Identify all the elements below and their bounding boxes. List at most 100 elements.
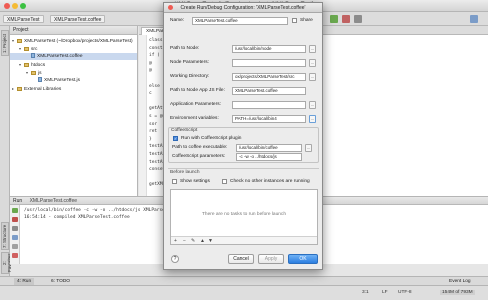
left-tool-strip: 1: Project 7: Structure 2: Favorites: [0, 26, 12, 276]
code-line[interactable]: }: [149, 137, 152, 142]
cancel-button[interactable]: Cancel: [228, 254, 254, 264]
code-line[interactable]: s = @: [149, 114, 163, 119]
memory-indicator[interactable]: 154M of 793M: [440, 290, 475, 295]
code-line[interactable]: else: [149, 84, 160, 89]
remove-task-icon[interactable]: −: [183, 238, 186, 244]
folder-icon: [24, 62, 29, 67]
editor-gutter: [139, 35, 147, 196]
tree-item-label: External Libraries: [24, 87, 62, 92]
project-tree-item[interactable]: XMLParseTest.coffee: [10, 53, 137, 60]
run-with-coffee-checkbox[interactable]: ✓: [173, 136, 178, 141]
folder-icon: [31, 70, 36, 75]
file-icon: [38, 77, 42, 83]
move-down-icon[interactable]: ▼: [208, 238, 213, 244]
project-panel-title: Project: [13, 27, 29, 33]
tree-item-label: XMLParseTest.js: [44, 78, 80, 83]
run-output-line: 16:54:14 - compiled XMLParseTest.coffee: [24, 215, 130, 220]
tree-item-label: htdocs: [31, 63, 46, 68]
edit-task-icon[interactable]: ✎: [191, 238, 195, 244]
single-instance-checkbox[interactable]: [222, 179, 227, 184]
tree-item-label: js: [38, 71, 42, 76]
favorites-tool-tab[interactable]: 2: Favorites: [1, 252, 12, 274]
run-panel-tab[interactable]: XMLParseTest.coffee: [30, 198, 77, 204]
rerun-icon[interactable]: [12, 208, 18, 213]
browse-working-dir-button[interactable]: ...: [309, 73, 316, 81]
browse-coffee-button[interactable]: ...: [305, 144, 312, 152]
share-checkbox[interactable]: [292, 18, 297, 23]
code-line[interactable]: ret: [149, 129, 157, 134]
project-tree-item[interactable]: ▾ XMLParseTest (~/Dropbox/projects/XMLPar…: [10, 37, 133, 44]
code-line[interactable]: @: [149, 68, 152, 73]
node-params-label: Node Parameters:: [170, 60, 209, 65]
breadcrumb-file[interactable]: XMLParseTest.coffee: [50, 15, 106, 23]
before-launch-divider: [168, 168, 319, 169]
project-tree-item[interactable]: ▸ External Libraries: [10, 85, 61, 92]
help-button[interactable]: ?: [171, 255, 179, 263]
folder-icon: [17, 38, 22, 43]
tree-item-label: XMLParseTest (~/Dropbox/projects/XMLPars…: [24, 39, 133, 44]
coffee-params-label: CoffeeScript parameters:: [172, 154, 226, 159]
run-icon[interactable]: [330, 15, 338, 23]
run-with-coffee-label: Run with CoffeeScript plugin: [181, 136, 242, 141]
app-params-field[interactable]: [232, 101, 306, 109]
before-launch-task-list: There are no tasks to run before launch …: [170, 189, 318, 245]
dialog-title: Create Run/Debug Configuration: 'XMLPars…: [180, 5, 306, 11]
line-separator[interactable]: LF: [382, 290, 388, 295]
run-panel-title: Run: [13, 198, 23, 204]
path-to-node-field[interactable]: /usr/local/bin/node: [232, 45, 306, 53]
add-task-icon[interactable]: +: [174, 238, 177, 244]
expand-app-params-button[interactable]: ...: [309, 101, 316, 109]
code-line[interactable]: sor: [149, 122, 157, 127]
task-list-toolbar: + − ✎ ▲ ▼: [171, 236, 317, 244]
tree-item-label: XMLParseTest.coffee: [37, 54, 83, 59]
apply-button[interactable]: Apply: [258, 254, 284, 264]
scroll-end-icon[interactable]: [12, 235, 18, 240]
coffee-exec-field[interactable]: /usr/local/bin/coffee: [236, 144, 302, 152]
ok-button[interactable]: OK: [288, 254, 318, 264]
structure-tool-tab[interactable]: 7: Structure: [1, 222, 9, 250]
name-label: Name:: [170, 18, 185, 23]
coffee-params-field[interactable]: -c -w -o ../htdocs/js: [236, 153, 302, 161]
name-field[interactable]: XMLParseTest.coffee: [192, 17, 288, 25]
node-params-field[interactable]: [232, 59, 306, 67]
project-tool-tab[interactable]: 1: Project: [1, 30, 9, 56]
env-vars-label: Environment variables:: [170, 116, 219, 121]
code-line[interactable]: c: [149, 91, 152, 96]
bottom-tool-tabs: 4: Run 6: TODO Event Log: [0, 276, 488, 285]
move-up-icon[interactable]: ▲: [200, 238, 205, 244]
close-run-icon[interactable]: [12, 253, 18, 258]
working-dir-field[interactable]: ox/projects/XMLParseTest/src: [232, 73, 306, 81]
pause-icon[interactable]: [12, 226, 18, 231]
project-panel: Project ▾ XMLParseTest (~/Dropbox/project…: [10, 26, 138, 196]
folder-icon: [17, 86, 22, 91]
edit-env-vars-button[interactable]: ...: [309, 115, 316, 123]
expand-node-params-button[interactable]: ...: [309, 59, 316, 67]
tree-item-label: src: [31, 47, 38, 52]
run-tool-tab[interactable]: 4: Run: [14, 278, 35, 285]
working-dir-label: Working Directory:: [170, 74, 210, 79]
event-log-tab[interactable]: Event Log: [446, 278, 474, 285]
project-tree-item[interactable]: ▾ src: [10, 45, 37, 52]
show-settings-checkbox[interactable]: [172, 179, 177, 184]
stop-icon[interactable]: [354, 15, 362, 23]
code-line[interactable]: if (: [149, 53, 160, 58]
env-vars-field[interactable]: PATH=/usr/local/bin4: [232, 115, 306, 123]
browse-node-button[interactable]: ...: [309, 45, 316, 53]
app-js-field[interactable]: XMLParseTest.coffee: [232, 87, 306, 95]
stop-run-icon[interactable]: [12, 217, 18, 222]
code-line[interactable]: @: [149, 61, 152, 66]
run-config-dialog: Create Run/Debug Configuration: 'XMLPars…: [163, 2, 323, 270]
show-settings-label: Show settings: [180, 179, 210, 184]
breadcrumb-project[interactable]: XMLParseTest: [3, 15, 44, 23]
search-icon[interactable]: [470, 15, 478, 23]
project-tree-item[interactable]: XMLParseTest.js: [10, 77, 80, 84]
todo-tool-tab[interactable]: 6: TODO: [48, 278, 73, 285]
print-icon[interactable]: [12, 244, 18, 249]
project-tree-item[interactable]: ▾ htdocs: [10, 61, 45, 68]
dialog-close-button[interactable]: [168, 5, 173, 10]
app-params-label: Application Parameters:: [170, 102, 221, 107]
caret-position[interactable]: 3:1: [362, 290, 369, 295]
file-encoding[interactable]: UTF-8: [398, 290, 412, 295]
project-tree-item[interactable]: ▾ js: [10, 69, 41, 76]
debug-icon[interactable]: [342, 15, 350, 23]
